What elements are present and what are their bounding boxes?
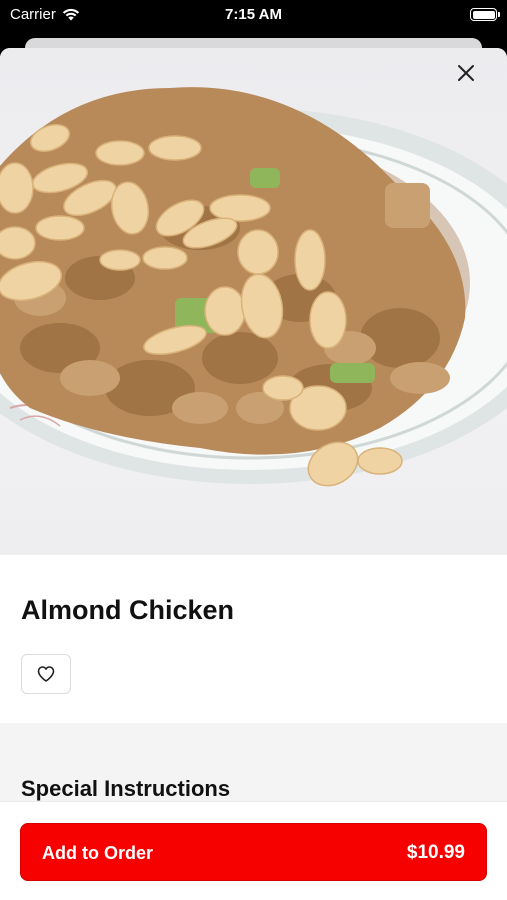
clock: 7:15 AM [225, 6, 282, 23]
special-instructions-title: Special Instructions [21, 776, 231, 801]
close-button[interactable] [457, 64, 493, 100]
item-title: Almond Chicken [21, 595, 235, 625]
item-info: Almond Chicken [0, 555, 507, 723]
item-detail-sheet: Almond Chicken Special Instructions [0, 48, 507, 900]
status-bar: Carrier 7:15 AM [0, 0, 507, 30]
favorite-button[interactable] [21, 654, 71, 694]
add-to-order-label: Add to Order [42, 843, 153, 863]
battery-icon [470, 8, 500, 21]
item-price: $10.99 [406, 842, 465, 863]
add-to-order-button[interactable]: Add to Order $10.99 [20, 823, 487, 881]
food-photo-icon [0, 87, 507, 487]
close-icon [458, 65, 474, 81]
heart-icon [37, 666, 55, 682]
item-photo [0, 48, 507, 555]
order-footer: Add to Order $10.99 [0, 801, 507, 900]
